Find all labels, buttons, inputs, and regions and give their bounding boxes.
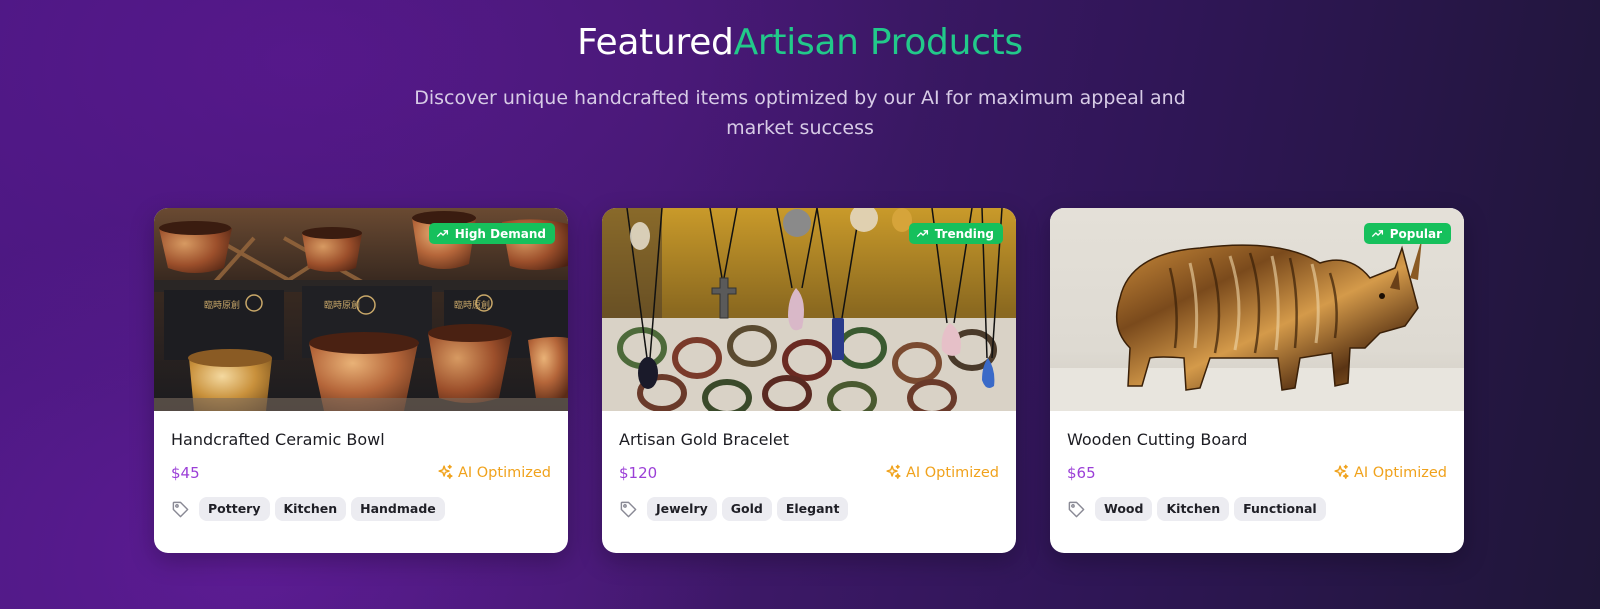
status-badge: High Demand — [428, 223, 555, 244]
product-title[interactable]: Handcrafted Ceramic Bowl — [171, 430, 385, 449]
product-image-necklaces[interactable]: Trending — [602, 208, 1016, 411]
section-title-part1: Featured — [577, 22, 734, 63]
status-badge: Popular — [1363, 223, 1451, 244]
tag-chip[interactable]: Elegant — [776, 497, 849, 521]
ai-optimized-text: AI Optimized — [1353, 464, 1447, 481]
sparkles-icon — [886, 464, 901, 479]
product-image-wooden-rhino[interactable]: Popular — [1050, 208, 1464, 411]
product-price: $65 — [1067, 464, 1096, 482]
tag-chip[interactable]: Kitchen — [274, 497, 347, 521]
tag-chip[interactable]: Wood — [1095, 497, 1153, 521]
ai-optimized-label: AI Optimized — [885, 464, 999, 481]
tag-list: Wood Kitchen Functional — [1067, 497, 1326, 521]
product-card[interactable]: Popular Wooden Cutting Board $65 AI Opti… — [1050, 208, 1464, 553]
tag-chip[interactable]: Gold — [721, 497, 772, 521]
tag-list: Pottery Kitchen Handmade — [171, 497, 445, 521]
tag-chip[interactable]: Handmade — [351, 497, 445, 521]
badge-label: Trending — [934, 226, 994, 241]
section-title-part2: Artisan Products — [733, 22, 1024, 63]
trending-up-icon — [436, 230, 448, 237]
trending-up-icon — [1371, 230, 1383, 237]
tag-chip[interactable]: Kitchen — [1157, 497, 1230, 521]
status-badge: Trending — [908, 223, 1003, 244]
tag-chip[interactable]: Jewelry — [647, 497, 717, 521]
tag-icon — [620, 501, 637, 517]
ai-optimized-text: AI Optimized — [905, 464, 999, 481]
svg-text:臨時原創: 臨時原創 — [204, 299, 240, 311]
section-title: FeaturedArtisan Products — [0, 22, 1600, 63]
tag-icon — [1068, 501, 1085, 517]
badge-label: High Demand — [454, 226, 546, 241]
tag-icon — [172, 501, 189, 517]
tag-list: Jewelry Gold Elegant — [619, 497, 849, 521]
ai-optimized-label: AI Optimized — [1333, 464, 1447, 481]
product-card[interactable]: 臨時原創 臨時原創 臨時原創 High Demand Handcrafted C… — [154, 208, 568, 553]
tag-chip[interactable]: Pottery — [199, 497, 270, 521]
svg-text:臨時原創: 臨時原創 — [324, 299, 360, 311]
svg-text:臨時原創: 臨時原創 — [454, 299, 490, 311]
product-grid: 臨時原創 臨時原創 臨時原創 High Demand Handcrafted C… — [154, 208, 1464, 553]
product-card[interactable]: Trending Artisan Gold Bracelet $120 AI O… — [602, 208, 1016, 553]
product-price: $45 — [171, 464, 200, 482]
sparkles-icon — [1334, 464, 1349, 479]
ai-optimized-text: AI Optimized — [457, 464, 551, 481]
trending-up-icon — [916, 230, 928, 237]
product-title[interactable]: Wooden Cutting Board — [1067, 430, 1247, 449]
section-subtitle: Discover unique handcrafted items optimi… — [414, 87, 1186, 139]
product-image-ceramic-bowls[interactable]: 臨時原創 臨時原創 臨時原創 High Demand — [154, 208, 568, 411]
product-price: $120 — [619, 464, 658, 482]
badge-label: Popular — [1389, 226, 1442, 241]
sparkles-icon — [438, 464, 453, 479]
product-title[interactable]: Artisan Gold Bracelet — [619, 430, 789, 449]
tag-chip[interactable]: Functional — [1234, 497, 1326, 521]
ai-optimized-label: AI Optimized — [437, 464, 551, 481]
